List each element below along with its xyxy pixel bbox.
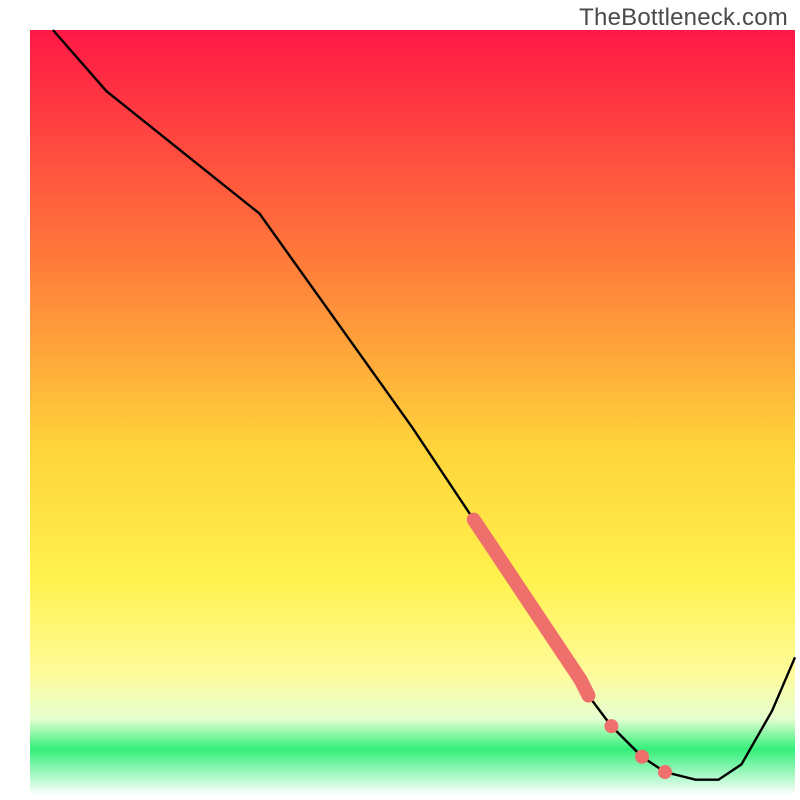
marker-dot <box>658 765 672 779</box>
bottleneck-chart <box>0 0 800 800</box>
chart-stage: TheBottleneck.com <box>0 0 800 800</box>
marker-dot <box>635 750 649 764</box>
marker-dot <box>604 719 618 733</box>
watermark-text: TheBottleneck.com <box>579 4 788 32</box>
gradient-background <box>30 30 795 795</box>
